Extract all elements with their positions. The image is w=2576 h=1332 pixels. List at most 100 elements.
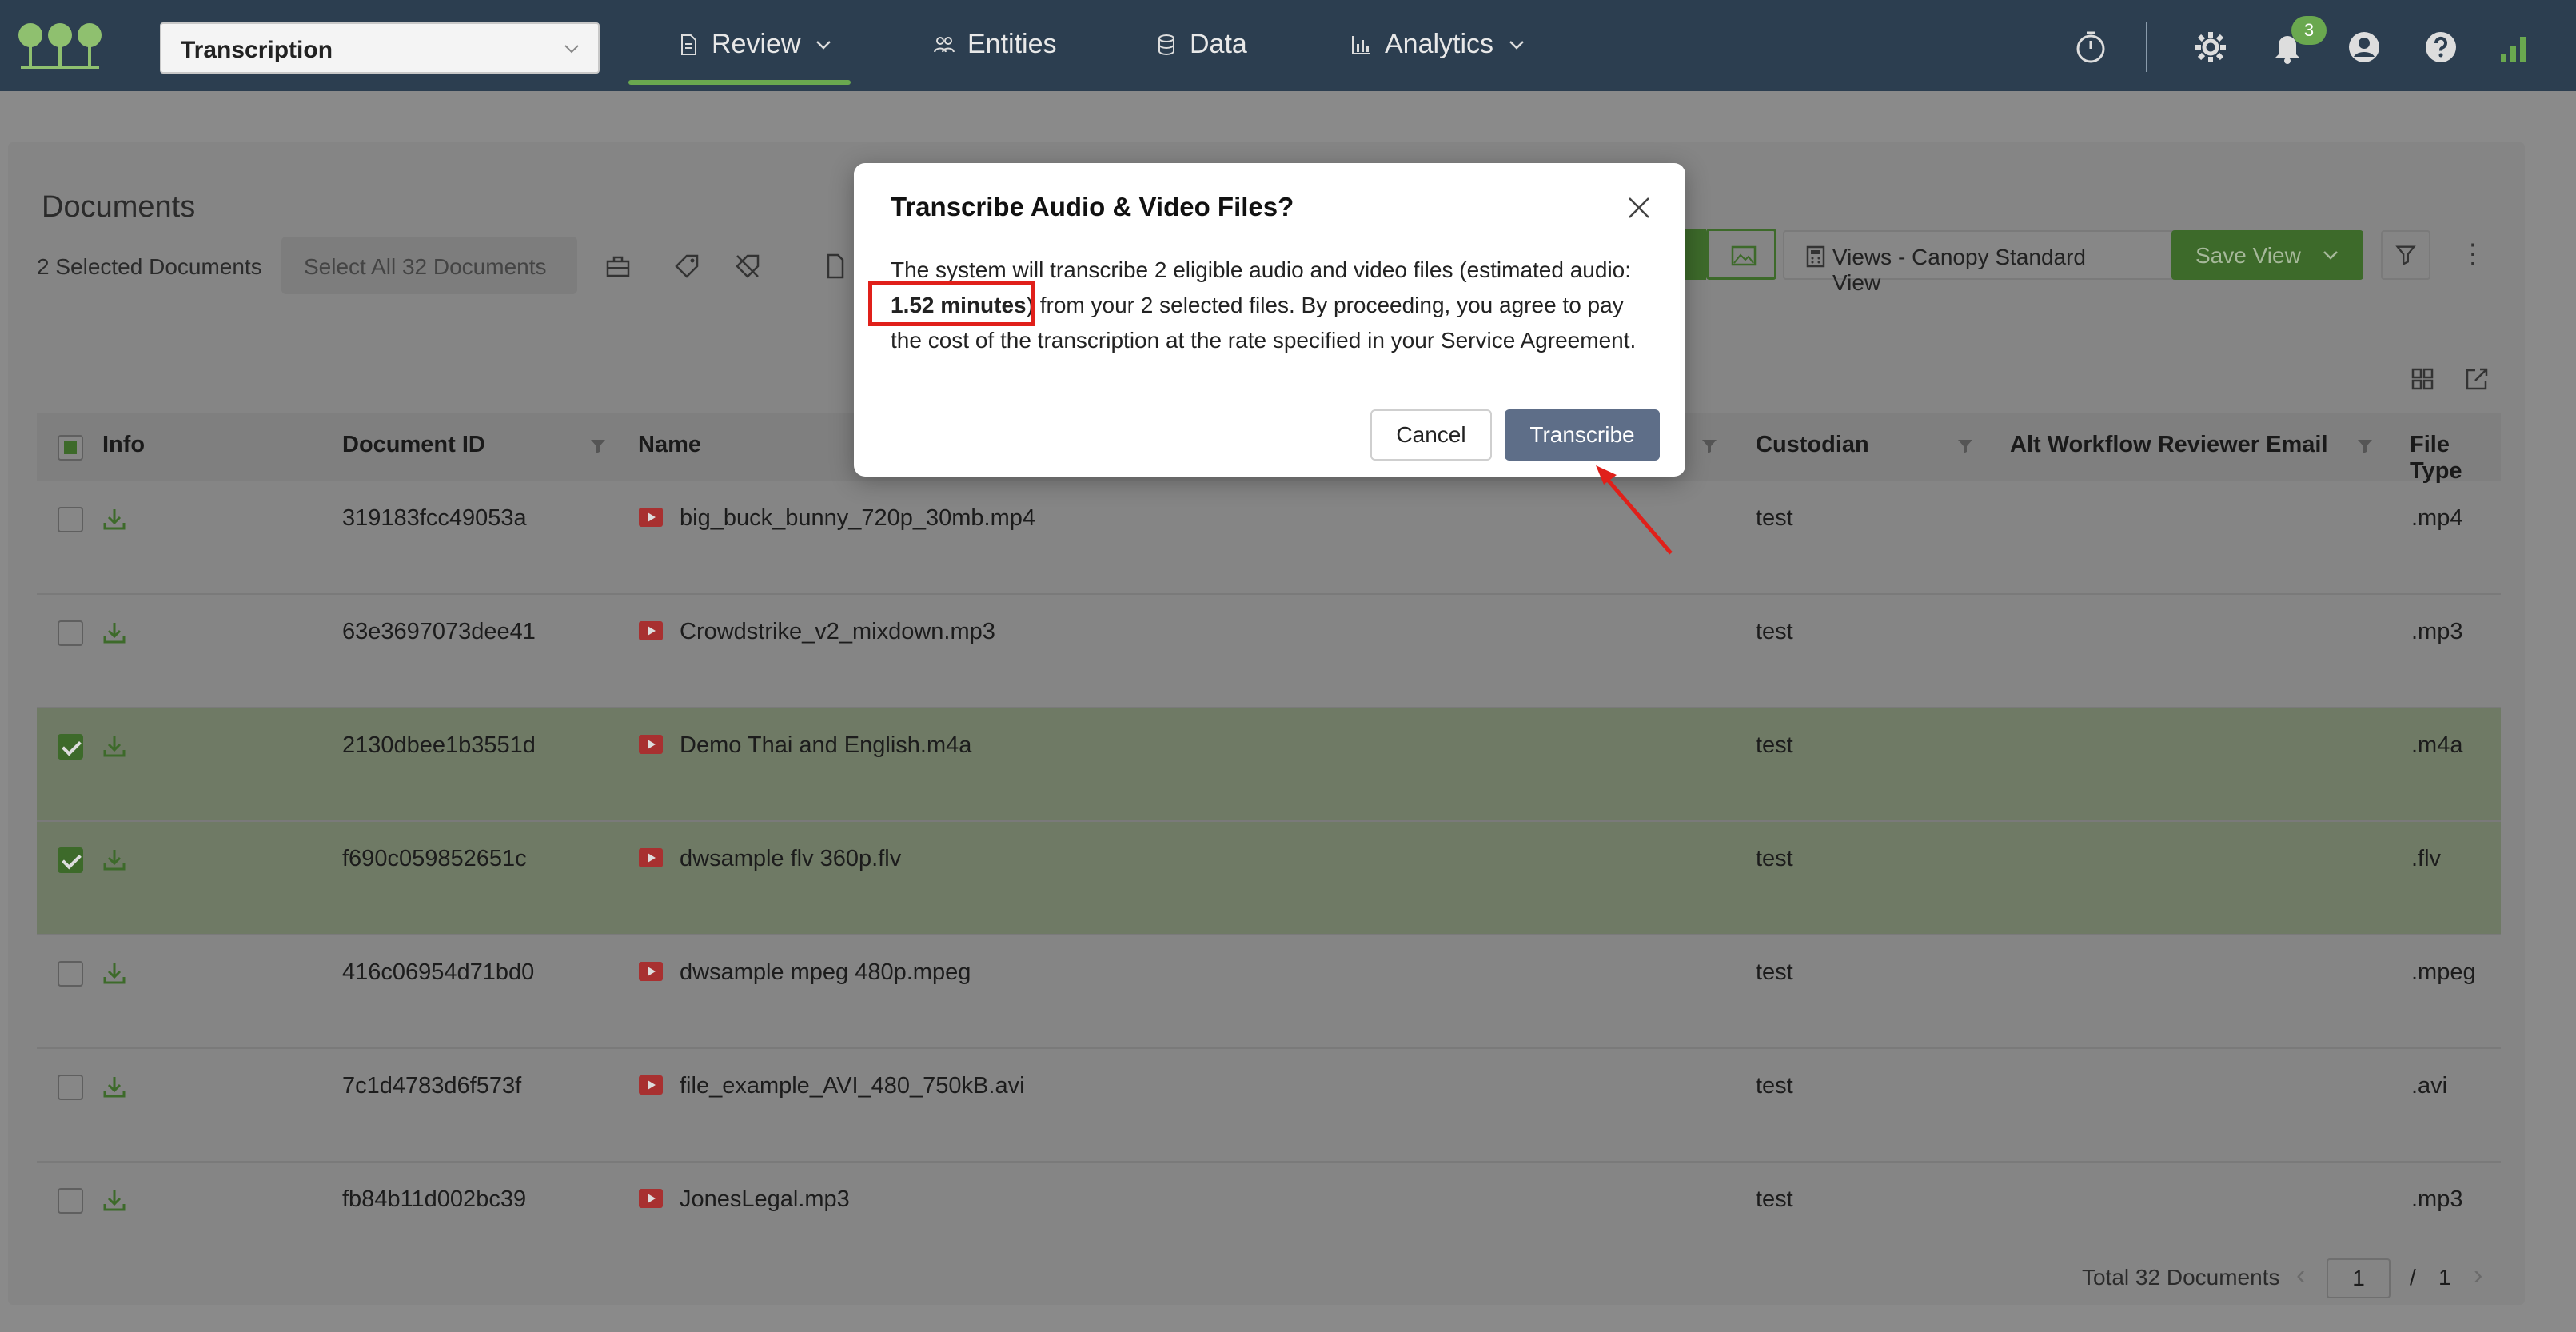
document-id: 63e3697073dee41	[342, 619, 536, 644]
document-tool-button[interactable]	[811, 241, 860, 291]
column-filter-icon[interactable]	[1700, 437, 1719, 456]
document-name[interactable]: JonesLegal.mp3	[680, 1186, 850, 1213]
tag-off-icon	[736, 254, 760, 278]
image-view-toggle[interactable]	[1706, 229, 1776, 280]
briefcase-tool-button[interactable]	[593, 241, 643, 291]
video-file-icon	[639, 735, 663, 754]
save-view-label: Save View	[2195, 243, 2301, 268]
row-checkbox[interactable]	[58, 847, 83, 873]
download-icon[interactable]	[101, 619, 128, 646]
file-type: .m4a	[2411, 732, 2463, 758]
download-icon[interactable]	[101, 505, 128, 532]
filter-icon	[2395, 245, 2416, 266]
video-file-icon	[639, 1075, 663, 1095]
remove-tag-tool-button[interactable]	[723, 241, 772, 291]
user-account-icon[interactable]	[2346, 29, 2383, 66]
filter-button[interactable]	[2381, 230, 2430, 280]
next-page-icon[interactable]: ›	[2474, 1260, 2498, 1292]
gear-icon[interactable]	[2192, 29, 2229, 66]
close-icon[interactable]	[1625, 193, 1653, 222]
nav-analytics[interactable]: Analytics	[1350, 29, 1529, 60]
calculator-icon	[1806, 245, 1825, 268]
header-alt-workflow-reviewer-email[interactable]: Alt Workflow Reviewer Email	[2010, 432, 2328, 458]
dialog-message-start: The system will transcribe 2 eligible au…	[891, 257, 1632, 282]
total-documents: Total 32 Documents	[2082, 1265, 2280, 1290]
nav-entities[interactable]: Entities	[932, 29, 1057, 60]
header-info[interactable]: Info	[102, 432, 145, 458]
row-checkbox[interactable]	[58, 620, 83, 646]
active-tab-indicator	[628, 80, 851, 85]
header-document-id[interactable]: Document ID	[342, 432, 485, 458]
table-body: 319183fcc49053a big_buck_bunny_720p_30mb…	[37, 481, 2501, 1281]
nav-data[interactable]: Data	[1154, 29, 1247, 60]
select-all-button[interactable]: Select All 32 Documents	[281, 237, 577, 294]
column-filter-icon[interactable]	[1956, 437, 1975, 456]
bar-chart-icon	[1352, 35, 1370, 54]
transcribe-button[interactable]: Transcribe	[1505, 409, 1660, 461]
database-icon	[1158, 34, 1174, 55]
download-icon[interactable]	[101, 846, 128, 873]
table-row[interactable]: f690c059852651c dwsample flv 360p.flv te…	[37, 822, 2501, 935]
project-selector[interactable]: Transcription	[160, 22, 600, 74]
nav-review[interactable]: Review	[676, 29, 835, 60]
page-number-input[interactable]: 1	[2327, 1258, 2391, 1298]
custodian: test	[1756, 846, 1793, 871]
canopy-logo[interactable]	[18, 21, 102, 72]
table-row[interactable]: 7c1d4783d6f573f file_example_AVI_480_750…	[37, 1049, 2501, 1163]
table-row[interactable]: 319183fcc49053a big_buck_bunny_720p_30mb…	[37, 481, 2501, 595]
column-filter-icon[interactable]	[588, 437, 608, 456]
header-name[interactable]: Name	[638, 432, 701, 458]
document-name[interactable]: Demo Thai and English.m4a	[680, 732, 971, 759]
document-name[interactable]: Crowdstrike_v2_mixdown.mp3	[680, 619, 995, 645]
row-checkbox[interactable]	[58, 734, 83, 760]
document-id: f690c059852651c	[342, 846, 527, 871]
views-dropdown[interactable]: Views - Canopy Standard View	[1783, 230, 2183, 295]
table-row[interactable]: 63e3697073dee41 Crowdstrike_v2_mixdown.m…	[37, 595, 2501, 708]
save-view-button[interactable]: Save View	[2171, 230, 2363, 280]
table-row[interactable]: 2130dbee1b3551d Demo Thai and English.m4…	[37, 708, 2501, 822]
chevron-down-icon	[1509, 40, 1524, 50]
document-name[interactable]: big_buck_bunny_720p_30mb.mp4	[680, 505, 1035, 532]
file-type: .flv	[2411, 846, 2442, 871]
notification-badge: 3	[2291, 16, 2327, 45]
row-checkbox[interactable]	[58, 1075, 83, 1100]
image-icon	[1731, 245, 1757, 266]
document-id: 2130dbee1b3551d	[342, 732, 536, 758]
nav-review-label: Review	[712, 29, 801, 59]
select-all-checkbox[interactable]	[58, 435, 83, 461]
prev-page-icon[interactable]: ‹	[2296, 1260, 2320, 1292]
download-icon[interactable]	[101, 732, 128, 760]
external-link-icon[interactable]	[2461, 363, 2493, 395]
more-options-icon[interactable]: ⋮	[2459, 238, 2486, 278]
download-icon[interactable]	[101, 1186, 128, 1214]
annotation-highlight-box	[868, 281, 1035, 326]
column-filter-icon[interactable]	[2355, 437, 2375, 456]
document-name[interactable]: dwsample flv 360p.flv	[680, 846, 901, 872]
row-checkbox[interactable]	[58, 507, 83, 532]
tag-tool-button[interactable]	[662, 241, 712, 291]
table-row[interactable]: fb84b11d002bc39 JonesLegal.mp3 test .mp3	[37, 1163, 2501, 1276]
header-file-type[interactable]: File Type	[2410, 432, 2501, 485]
custodian: test	[1756, 1073, 1793, 1099]
download-icon[interactable]	[101, 1073, 128, 1100]
document-name[interactable]: file_example_AVI_480_750kB.avi	[680, 1073, 1025, 1099]
document-id: 416c06954d71bd0	[342, 959, 535, 985]
file-type: .mp3	[2411, 619, 2463, 644]
row-checkbox[interactable]	[58, 961, 83, 987]
row-checkbox[interactable]	[58, 1188, 83, 1214]
project-name: Transcription	[181, 37, 333, 63]
cancel-button[interactable]: Cancel	[1370, 409, 1492, 461]
document-id: 7c1d4783d6f573f	[342, 1073, 522, 1099]
page-separator: /	[2410, 1265, 2416, 1290]
custodian: test	[1756, 1186, 1793, 1212]
custodian: test	[1756, 619, 1793, 644]
document-name[interactable]: dwsample mpeg 480p.mpeg	[680, 959, 971, 986]
timer-icon[interactable]	[2072, 29, 2109, 66]
nav-analytics-label: Analytics	[1385, 29, 1494, 59]
custodian: test	[1756, 505, 1793, 531]
table-row[interactable]: 416c06954d71bd0 dwsample mpeg 480p.mpeg …	[37, 935, 2501, 1049]
help-icon[interactable]	[2422, 29, 2459, 66]
grid-layout-icon[interactable]	[2407, 363, 2438, 395]
download-icon[interactable]	[101, 959, 128, 987]
header-custodian[interactable]: Custodian	[1756, 432, 1869, 458]
